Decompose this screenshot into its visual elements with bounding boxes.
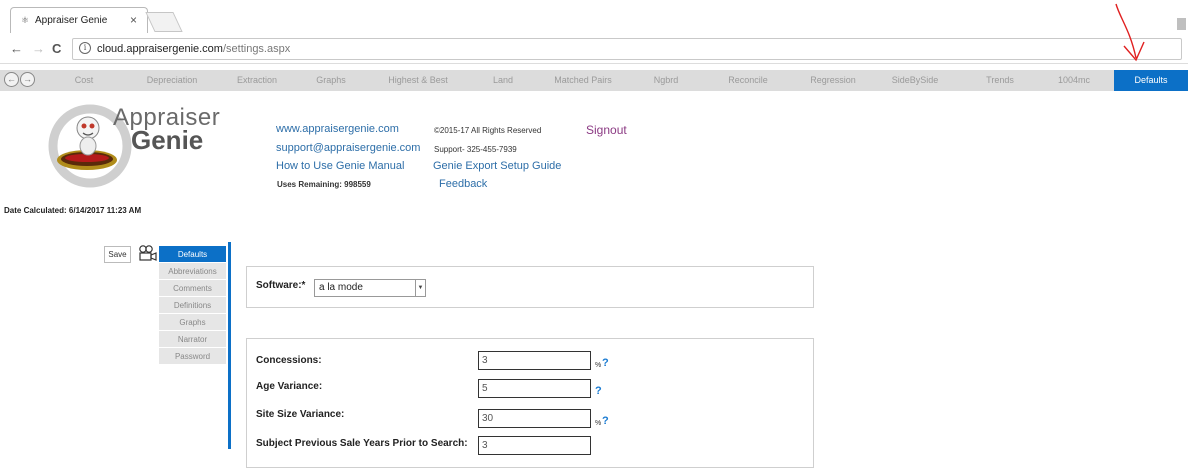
nav-back-icon[interactable]: ← bbox=[4, 72, 19, 87]
window-control-icon[interactable] bbox=[1177, 18, 1186, 30]
nav-item-graphs[interactable]: Graphs bbox=[302, 70, 360, 91]
age-variance-help-icon[interactable]: ? bbox=[595, 385, 602, 397]
concessions-help-icon[interactable]: ? bbox=[602, 357, 609, 369]
tab-close-icon[interactable]: × bbox=[130, 13, 137, 27]
export-guide-link[interactable]: Genie Export Setup Guide bbox=[433, 160, 561, 172]
concessions-label: Concessions: bbox=[256, 355, 322, 366]
nav-item-extraction[interactable]: Extraction bbox=[224, 70, 290, 91]
nav-item-matched-pairs[interactable]: Matched Pairs bbox=[540, 70, 626, 91]
site-info-icon[interactable]: i bbox=[79, 42, 91, 54]
browser-back-icon[interactable]: ← bbox=[10, 41, 23, 56]
software-select-value: a la mode bbox=[319, 282, 363, 293]
site-size-input[interactable]: 30 bbox=[478, 409, 591, 428]
software-label: Software:* bbox=[256, 280, 306, 291]
browser-tab[interactable]: ⚛ Appraiser Genie × bbox=[10, 7, 148, 33]
site-size-help-icon[interactable]: ? bbox=[602, 415, 609, 427]
software-panel: Software:* a la mode ▼ bbox=[246, 266, 814, 308]
nav-item-trends[interactable]: Trends bbox=[972, 70, 1028, 91]
side-item-definitions[interactable]: Definitions bbox=[159, 297, 226, 314]
side-item-narrator[interactable]: Narrator bbox=[159, 331, 226, 348]
logo-text-genie: Genie bbox=[131, 125, 204, 155]
appraiser-genie-logo[interactable]: Appraiser Genie bbox=[45, 104, 225, 192]
concessions-unit: % bbox=[595, 362, 602, 369]
nav-item-land[interactable]: Land bbox=[478, 70, 528, 91]
prev-sale-label: Subject Previous Sale Years Prior to Sea… bbox=[256, 438, 468, 449]
software-select[interactable]: a la mode ▼ bbox=[314, 279, 426, 297]
sidebar-divider bbox=[228, 242, 231, 449]
url-input[interactable]: i cloud.appraisergenie.com/settings.aspx bbox=[72, 38, 1182, 60]
nav-item-ngbrd[interactable]: Ngbrd bbox=[640, 70, 692, 91]
annotation-arrow-icon bbox=[1115, 3, 1145, 62]
uses-remaining: Uses Remaining: 998559 bbox=[277, 180, 371, 189]
new-tab-button[interactable] bbox=[145, 12, 183, 32]
side-item-defaults[interactable]: Defaults bbox=[159, 246, 226, 263]
date-calculated: Date Calculated: 6/14/2017 11:23 AM bbox=[4, 206, 142, 215]
side-item-password[interactable]: Password bbox=[159, 348, 226, 365]
side-item-abbreviations[interactable]: Abbreviations bbox=[159, 263, 226, 280]
address-bar: ← → C i cloud.appraisergenie.com/setting… bbox=[0, 35, 1188, 64]
browser-forward-icon[interactable]: → bbox=[32, 41, 45, 56]
genie-favicon-icon: ⚛ bbox=[21, 15, 30, 25]
app-nav-bar: ← → Cost Depreciation Extraction Graphs … bbox=[0, 70, 1188, 91]
nav-item-defaults[interactable]: Defaults bbox=[1114, 70, 1188, 91]
url-text: cloud.appraisergenie.com/settings.aspx bbox=[97, 43, 290, 55]
nav-item-highest-best[interactable]: Highest & Best bbox=[372, 70, 464, 91]
nav-item-reconcile[interactable]: Reconcile bbox=[716, 70, 780, 91]
website-link[interactable]: www.appraisergenie.com bbox=[276, 123, 399, 135]
signout-link[interactable]: Signout bbox=[586, 123, 627, 137]
nav-item-sidebyside[interactable]: SideBySide bbox=[880, 70, 950, 91]
browser-tab-strip: ⚛ Appraiser Genie × bbox=[0, 0, 1188, 35]
site-size-label: Site Size Variance: bbox=[256, 409, 345, 420]
concessions-input[interactable]: 3 bbox=[478, 351, 591, 370]
age-variance-input[interactable]: 5 bbox=[478, 379, 591, 398]
support-email-link[interactable]: support@appraisergenie.com bbox=[276, 142, 420, 154]
nav-forward-icon[interactable]: → bbox=[20, 72, 35, 87]
video-camera-icon[interactable] bbox=[138, 244, 158, 262]
nav-item-1004mc[interactable]: 1004mc bbox=[1046, 70, 1102, 91]
age-variance-label: Age Variance: bbox=[256, 381, 323, 392]
url-path: /settings.aspx bbox=[222, 43, 291, 55]
nav-item-cost[interactable]: Cost bbox=[54, 70, 114, 91]
browser-tab-title: Appraiser Genie bbox=[35, 15, 108, 26]
copyright-text: ©2015-17 All Rights Reserved bbox=[434, 126, 542, 135]
reload-icon[interactable]: C bbox=[52, 41, 61, 56]
side-item-comments[interactable]: Comments bbox=[159, 280, 226, 297]
prev-sale-input[interactable]: 3 bbox=[478, 436, 591, 455]
url-host: cloud.appraisergenie.com bbox=[97, 43, 223, 55]
manual-link[interactable]: How to Use Genie Manual bbox=[276, 160, 404, 172]
nav-item-regression[interactable]: Regression bbox=[798, 70, 868, 91]
settings-side-menu: Defaults Abbreviations Comments Definiti… bbox=[159, 246, 227, 365]
nav-item-depreciation[interactable]: Depreciation bbox=[132, 70, 212, 91]
support-phone: Support- 325-455-7939 bbox=[434, 145, 517, 154]
feedback-link[interactable]: Feedback bbox=[439, 178, 487, 190]
chevron-down-icon[interactable]: ▼ bbox=[415, 280, 425, 296]
save-button[interactable]: Save bbox=[104, 246, 131, 263]
side-item-graphs[interactable]: Graphs bbox=[159, 314, 226, 331]
site-size-unit: % bbox=[595, 420, 602, 427]
